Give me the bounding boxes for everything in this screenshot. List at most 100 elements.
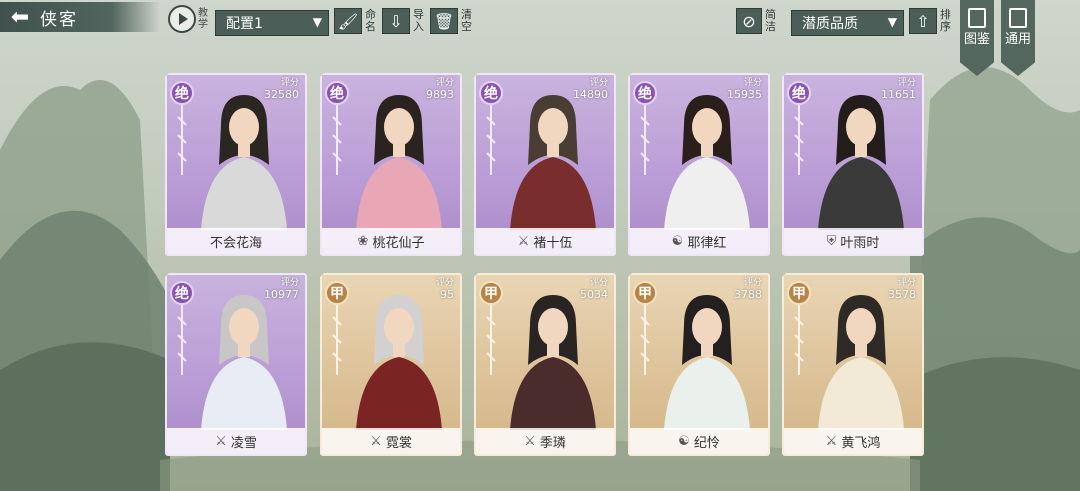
hero-card[interactable]: 绝 评分 10977 ⚔ 凌雪 — [165, 273, 307, 456]
hero-card[interactable]: 甲 评分 3578 ⚔ 黄飞鸿 — [782, 273, 924, 456]
ribbon-graphic — [177, 305, 187, 375]
ribbon-graphic — [794, 305, 804, 375]
score-value: 9893 — [426, 88, 454, 101]
ribbon-graphic — [640, 305, 650, 375]
brush-icon: 🖌 — [334, 8, 362, 34]
hero-card[interactable]: 甲 评分 95 ⚔ 霓裳 — [320, 273, 462, 456]
portrait-figure — [818, 295, 904, 430]
score-block: 评分 15935 — [727, 78, 762, 100]
hero-portrait — [181, 285, 303, 430]
quality-select[interactable]: 潜质品质 ▼ — [791, 10, 904, 36]
sort-button[interactable]: ⇧ 排序 — [909, 6, 952, 36]
hero-portrait — [336, 85, 458, 230]
grade-badge: 甲 — [479, 281, 503, 305]
rename-label: 命名 — [365, 8, 376, 33]
portrait-figure — [818, 95, 904, 230]
portrait-figure — [356, 295, 442, 430]
grade-ribbon — [639, 105, 651, 175]
score-block: 评分 9893 — [426, 78, 454, 100]
hero-name-bar: ⚔ 褚十伍 — [476, 228, 614, 254]
eye-hidden-icon: ⊘ — [736, 8, 762, 34]
tutorial-label: 教学 — [198, 8, 208, 30]
sword-icon: ⚔ — [370, 433, 382, 449]
hero-portrait — [336, 285, 458, 430]
sword-icon: ⚔ — [825, 433, 838, 449]
page-title: 侠客 — [40, 9, 78, 30]
sword-icon: ⚔ — [517, 233, 530, 249]
hero-card[interactable]: 绝 评分 9893 ❀ 桃花仙子 — [320, 73, 462, 256]
grade-badge: 绝 — [479, 81, 503, 105]
grade-ribbon — [176, 305, 188, 375]
portrait-figure — [664, 295, 750, 430]
grade-ribbon — [485, 305, 497, 375]
grade-badge: 甲 — [633, 281, 657, 305]
hero-name-bar: ⚔ 霓裳 — [322, 428, 460, 454]
hero-name: 桃花仙子 — [372, 235, 425, 251]
hero-name-bar: ⛨ 叶雨时 — [784, 228, 922, 254]
taiji-icon: ☯ — [671, 233, 684, 249]
clear-button[interactable]: 🗑 清空 — [430, 6, 473, 36]
portrait-figure — [510, 95, 596, 230]
score-value: 14890 — [573, 88, 608, 101]
score-block: 评分 3578 — [888, 278, 916, 300]
book-icon — [968, 8, 986, 28]
hero-card[interactable]: 甲 评分 5034 ⚔ 季璘 — [474, 273, 616, 456]
grade-ribbon — [485, 105, 497, 175]
hero-name: 褚十伍 — [533, 235, 573, 251]
portrait-figure — [356, 95, 442, 230]
hero-name-bar: ☯ 耶律红 — [630, 228, 768, 254]
rename-button[interactable]: 🖌 命名 — [334, 6, 377, 36]
grade-badge: 甲 — [787, 281, 811, 305]
shield-icon: ⛨ — [826, 233, 837, 249]
grade-ribbon — [639, 305, 651, 375]
hero-card[interactable]: 甲 评分 3788 ☯ 纪怜 — [628, 273, 770, 456]
hero-card[interactable]: 绝 评分 32580 不会花海 — [165, 73, 307, 256]
back-arrow-icon: ⬅ — [10, 4, 30, 30]
grade-badge: 绝 — [325, 81, 349, 105]
grade-ribbon — [331, 105, 343, 175]
taiji-icon: ☯ — [678, 433, 690, 449]
sort-label: 排序 — [940, 8, 951, 33]
gallery-label: 图鉴 — [963, 32, 990, 47]
hero-portrait — [644, 285, 766, 430]
config-select-value: 配置1 — [226, 16, 263, 32]
hero-name-bar: ☯ 纪怜 — [630, 428, 768, 454]
ribbon-graphic — [332, 305, 342, 375]
score-block: 评分 95 — [436, 278, 454, 300]
hero-name: 季璘 — [539, 435, 566, 451]
hero-card[interactable]: 绝 评分 15935 ☯ 耶律红 — [628, 73, 770, 256]
play-icon — [168, 5, 196, 33]
clear-label: 清空 — [461, 8, 472, 33]
import-label: 导入 — [413, 8, 424, 33]
gallery-button[interactable]: 图鉴 — [960, 0, 994, 76]
config-select[interactable]: 配置1 ▼ — [215, 10, 329, 36]
hero-name: 凌雪 — [230, 435, 257, 451]
chevron-down-icon: ▼ — [312, 15, 322, 29]
score-value: 3788 — [734, 288, 762, 301]
general-button[interactable]: 通用 — [1001, 0, 1035, 76]
sort-icon: ⇧ — [909, 8, 937, 34]
ribbon-graphic — [486, 105, 496, 175]
hero-name: 黄飞鸿 — [841, 435, 881, 451]
back-button[interactable]: ⬅ 侠客 — [0, 2, 160, 32]
simplify-button[interactable]: ⊘ 简洁 — [736, 6, 777, 36]
hero-portrait — [181, 85, 303, 230]
score-block: 评分 5034 — [580, 278, 608, 300]
score-value: 11651 — [881, 88, 916, 101]
portrait-figure — [201, 95, 287, 230]
portrait-figure — [510, 295, 596, 430]
hero-card[interactable]: 绝 评分 11651 ⛨ 叶雨时 — [782, 73, 924, 256]
book-open-icon — [1009, 8, 1027, 28]
hero-card[interactable]: 绝 评分 14890 ⚔ 褚十伍 — [474, 73, 616, 256]
score-value: 3578 — [888, 288, 916, 301]
score-value: 32580 — [264, 88, 299, 101]
hero-portrait — [490, 285, 612, 430]
ribbon-graphic — [640, 105, 650, 175]
grade-ribbon — [793, 305, 805, 375]
tutorial-button[interactable]: 教学 — [168, 4, 214, 34]
hero-portrait — [798, 85, 920, 230]
hero-name-bar: ⚔ 黄飞鸿 — [784, 428, 922, 454]
ribbon-graphic — [177, 105, 187, 175]
import-icon: ⇩ — [382, 8, 410, 34]
import-button[interactable]: ⇩ 导入 — [382, 6, 425, 36]
